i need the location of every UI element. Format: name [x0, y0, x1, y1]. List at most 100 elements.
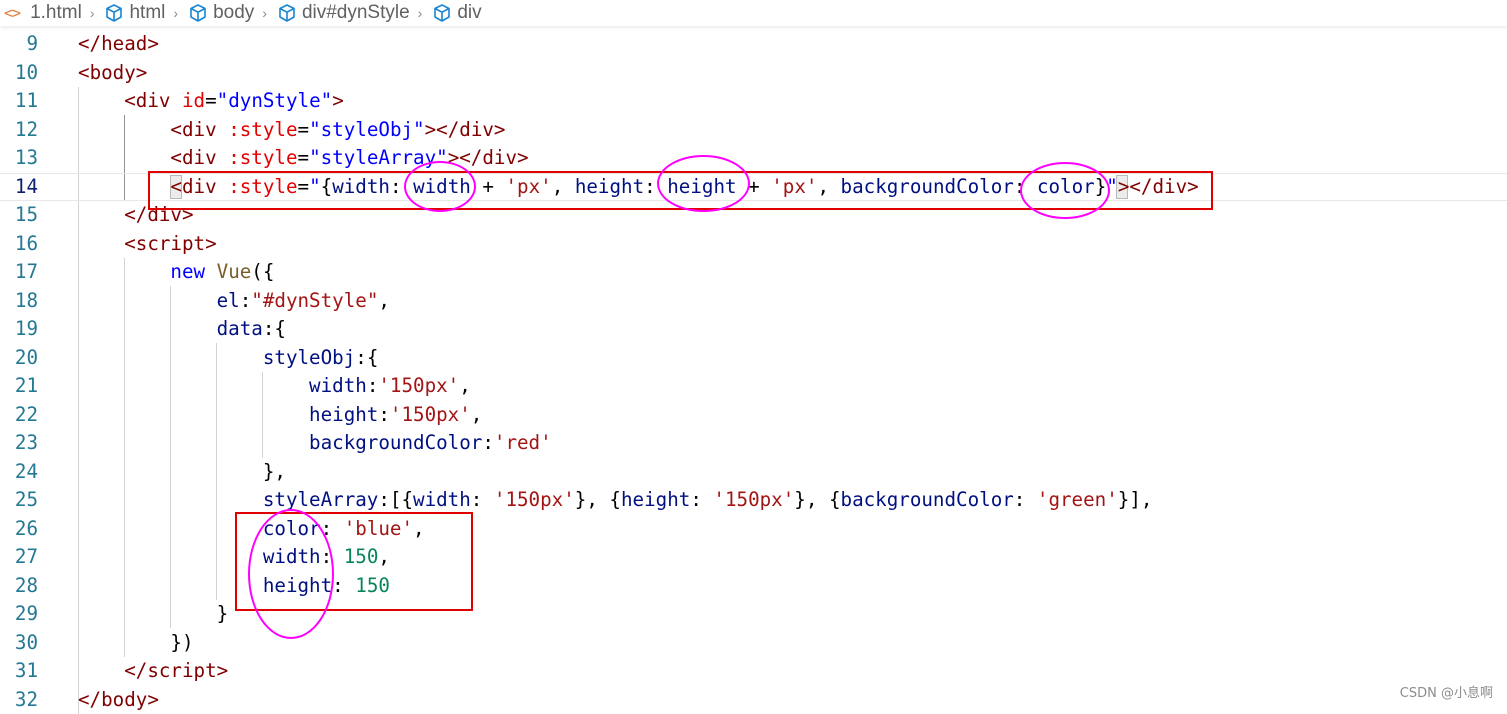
code-editor[interactable]: 9</head>10<body>11 <div id="dynStyle">12…	[0, 30, 1507, 709]
breadcrumb-file[interactable]: <> 1.html	[0, 2, 82, 24]
code-token: div	[482, 146, 517, 169]
code-token: :	[482, 431, 494, 454]
code-token	[78, 260, 170, 283]
code-token: <	[124, 89, 136, 112]
code-token: el	[217, 289, 240, 312]
code-token: "dynStyle"	[217, 89, 333, 112]
breadcrumb-item[interactable]: body	[188, 2, 254, 24]
code-token: styleArray	[263, 488, 379, 511]
code-token: }, {	[794, 488, 840, 511]
line-number: 11	[0, 87, 38, 116]
line-number: 10	[0, 59, 38, 88]
code-token: </	[78, 32, 101, 55]
code-line[interactable]: 17 new Vue({	[0, 258, 1507, 287]
code-line[interactable]: 19 data:{	[0, 315, 1507, 344]
code-token: <	[170, 146, 182, 169]
code-token: body	[101, 688, 147, 711]
breadcrumb-item-label: div	[457, 2, 481, 24]
code-token: div	[182, 118, 217, 141]
code-token: '150px'	[390, 403, 471, 426]
code-token: Vue	[217, 260, 252, 283]
breadcrumb-item-label: body	[213, 2, 254, 24]
code-line[interactable]: 21 width:'150px',	[0, 372, 1507, 401]
code-token: head	[101, 32, 147, 55]
code-token	[78, 289, 217, 312]
line-number: 24	[0, 458, 38, 487]
code-line[interactable]: 12 <div :style="styleObj"></div>	[0, 116, 1507, 145]
code-token	[78, 460, 263, 483]
line-number: 16	[0, 230, 38, 259]
code-text: styleArray:[{width: '150px'}, {height: '…	[78, 486, 1152, 515]
code-token: ,	[378, 289, 390, 312]
code-line[interactable]: 25 styleArray:[{width: '150px'}, {height…	[0, 486, 1507, 515]
code-token: div	[182, 146, 217, 169]
code-text: }	[78, 600, 228, 629]
code-token: width	[413, 488, 471, 511]
code-line[interactable]: 13 <div :style="styleArray"></div>	[0, 144, 1507, 173]
code-token: >	[494, 118, 506, 141]
code-token	[78, 317, 217, 340]
code-line[interactable]: 11 <div id="dynStyle">	[0, 87, 1507, 116]
code-token: :{	[355, 346, 378, 369]
breadcrumb-separator-icon: ›	[262, 5, 267, 21]
code-token: :	[471, 488, 494, 511]
code-token: backgroundColor	[841, 488, 1014, 511]
code-token: :	[1014, 488, 1037, 511]
code-token: :style	[228, 146, 297, 169]
code-token: }],	[1118, 488, 1153, 511]
code-line[interactable]: 27 width: 150,	[0, 543, 1507, 572]
code-line[interactable]: 30 })	[0, 629, 1507, 658]
annotation-circle-color	[1020, 162, 1110, 219]
code-line[interactable]: 23 backgroundColor:'red'	[0, 429, 1507, 458]
code-line[interactable]: 32</body>	[0, 686, 1507, 714]
breadcrumb-item[interactable]: html	[104, 2, 165, 24]
code-text: backgroundColor:'red'	[78, 429, 552, 458]
code-line[interactable]: 28 height: 150	[0, 572, 1507, 601]
code-token: ,	[471, 403, 483, 426]
code-line[interactable]: 16 <script>	[0, 230, 1507, 259]
line-number: 19	[0, 315, 38, 344]
code-token	[78, 659, 124, 682]
code-line[interactable]: 29 }	[0, 600, 1507, 629]
code-token: }	[217, 602, 229, 625]
code-text: <script>	[78, 230, 217, 259]
code-token: 'green'	[1037, 488, 1118, 511]
code-line[interactable]: 22 height:'150px',	[0, 401, 1507, 430]
code-token: new	[170, 260, 205, 283]
code-text: width:'150px',	[78, 372, 471, 401]
line-number: 13	[0, 144, 38, 173]
code-line[interactable]: 31 </script>	[0, 657, 1507, 686]
code-token: :{	[263, 317, 286, 340]
line-number: 9	[0, 30, 38, 59]
line-number: 14	[0, 174, 38, 201]
breadcrumb-item[interactable]: div#dynStyle	[277, 2, 410, 24]
code-line[interactable]: 18 el:"#dynStyle",	[0, 287, 1507, 316]
code-token: styleObj	[263, 346, 355, 369]
code-token: })	[170, 631, 193, 654]
code-token: :[{	[378, 488, 413, 511]
code-text: height:'150px',	[78, 401, 482, 430]
code-token: height	[621, 488, 690, 511]
code-token: >	[147, 688, 159, 711]
code-text: })	[78, 629, 194, 658]
code-line[interactable]: 10<body>	[0, 59, 1507, 88]
breadcrumb-item[interactable]: div	[432, 2, 481, 24]
line-number: 12	[0, 116, 38, 145]
code-line[interactable]: 20 styleObj:{	[0, 344, 1507, 373]
code-token	[205, 260, 217, 283]
code-text: <div :style="styleObj"></div>	[78, 116, 505, 145]
code-token	[78, 602, 217, 625]
annotation-circle-height	[657, 155, 750, 212]
code-token: :style	[228, 118, 297, 141]
code-token: '150px'	[713, 488, 794, 511]
code-line[interactable]: 24 },	[0, 458, 1507, 487]
code-line[interactable]: 26 color: 'blue',	[0, 515, 1507, 544]
code-text: data:{	[78, 315, 286, 344]
code-line[interactable]: 9</head>	[0, 30, 1507, 59]
code-token: >	[217, 659, 229, 682]
code-token	[170, 89, 182, 112]
code-token: }, {	[575, 488, 621, 511]
code-token	[78, 118, 170, 141]
cube-icon	[104, 3, 124, 23]
code-text: </body>	[78, 686, 159, 714]
